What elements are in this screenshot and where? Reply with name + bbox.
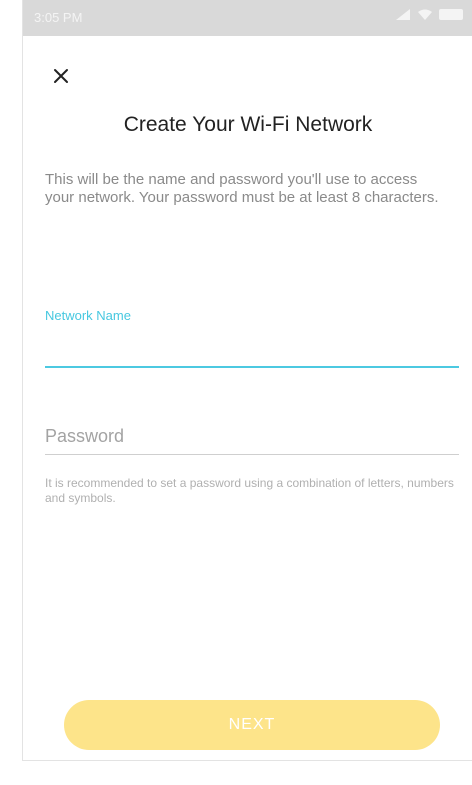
status-time: 3:05 PM: [34, 10, 83, 25]
close-button[interactable]: [49, 64, 73, 88]
battery-icon: [439, 9, 463, 20]
network-name-input[interactable]: [45, 330, 459, 368]
page-title: Create Your Wi-Fi Network: [123, 113, 373, 136]
password-input[interactable]: [45, 418, 459, 455]
screen: 3:05 PM Create Your Wi-Fi Network This w…: [22, 0, 472, 761]
close-icon: [54, 69, 68, 83]
description-text: This will be the name and password you'l…: [45, 171, 439, 206]
network-name-label: Network Name: [45, 308, 131, 323]
next-button[interactable]: NEXT: [64, 700, 440, 750]
status-icons: [395, 8, 463, 21]
signal-icon: [396, 9, 410, 20]
password-hint: It is recommended to set a password usin…: [45, 476, 454, 505]
status-bar: 3:05 PM: [23, 0, 472, 36]
wifi-icon: [418, 9, 432, 20]
